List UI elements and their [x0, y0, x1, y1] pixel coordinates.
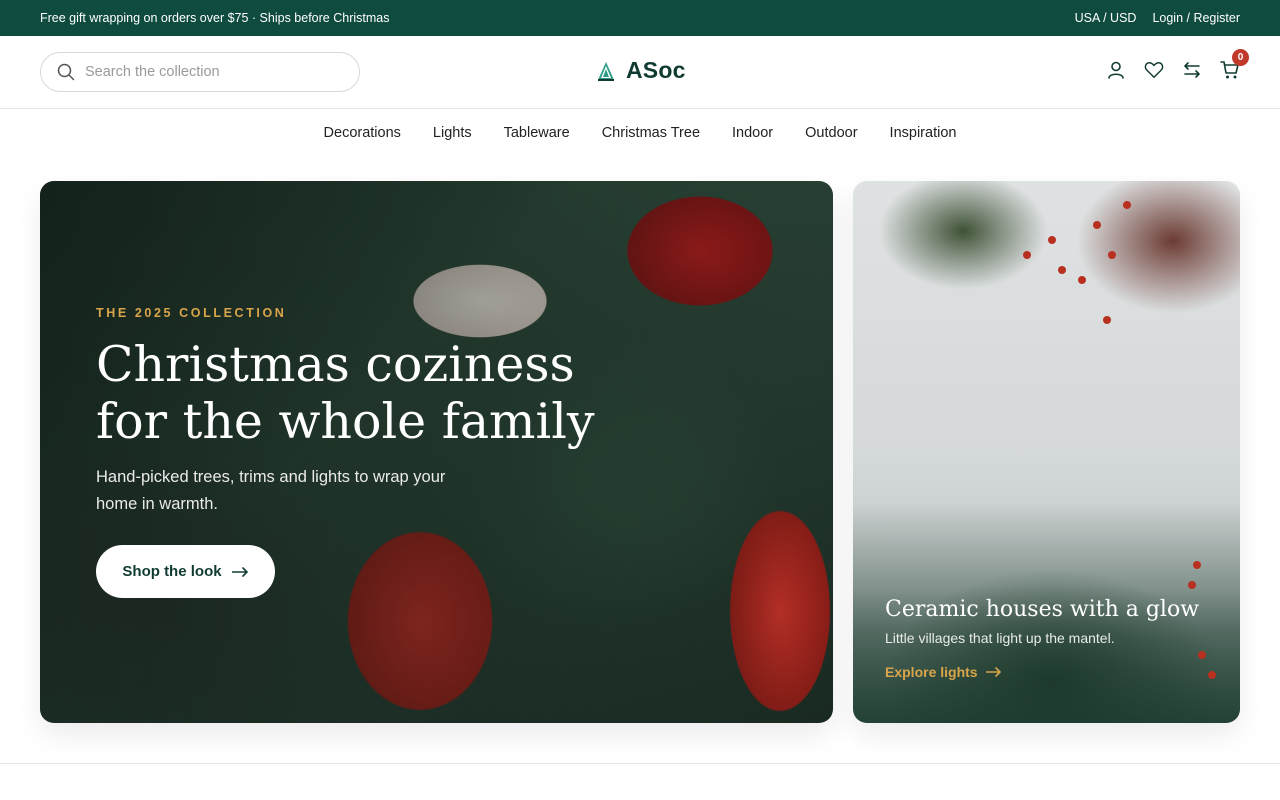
promo-card-subtitle: Little villages that light up the mantel… — [885, 630, 1115, 646]
nav-item-indoor[interactable]: Indoor — [732, 125, 773, 141]
account-icon[interactable] — [1106, 58, 1126, 82]
login-register-link[interactable]: Login / Register — [1152, 11, 1240, 25]
cart-icon[interactable]: 0 — [1220, 49, 1249, 82]
cart-count-badge: 0 — [1232, 49, 1249, 66]
search-icon — [57, 63, 75, 81]
topbar-links: USA / USD Login / Register — [1075, 11, 1240, 25]
hero-headline: Christmas coziness for the whole family — [96, 336, 595, 450]
site-header: ASoc 0 — [0, 36, 1280, 109]
nav-item-inspiration[interactable]: Inspiration — [890, 125, 957, 141]
promo-card-title: Ceramic houses with a glow — [885, 597, 1200, 622]
hero-headline-line-1: Christmas coziness — [96, 336, 575, 393]
header-actions: 0 — [1106, 49, 1249, 82]
nav-item-christmas-tree[interactable]: Christmas Tree — [602, 125, 700, 141]
arrow-right-icon — [985, 667, 1001, 677]
tree-logo-icon — [598, 61, 614, 81]
nav-item-outdoor[interactable]: Outdoor — [805, 125, 857, 141]
promo-card-content: Ceramic houses with a glow Little villag… — [885, 595, 1215, 682]
hero-content: THE 2025 COLLECTION Christmas coziness f… — [96, 306, 595, 598]
compare-icon[interactable] — [1182, 58, 1202, 82]
brand-logo[interactable]: ASoc — [596, 57, 686, 84]
brand-name: ASoc — [626, 57, 686, 83]
hero-subtitle: Hand-picked trees, trims and lights to w… — [96, 468, 446, 513]
main-nav: Decorations Lights Tableware Christmas T… — [0, 109, 1280, 157]
hero-eyebrow: THE 2025 COLLECTION — [96, 306, 287, 320]
shop-the-look-label: Shop the look — [122, 563, 222, 580]
wishlist-icon[interactable] — [1144, 58, 1164, 82]
nav-item-lights[interactable]: Lights — [433, 125, 472, 141]
nav-item-tableware[interactable]: Tableware — [504, 125, 570, 141]
promo-card-lights[interactable]: Ceramic houses with a glow Little villag… — [853, 181, 1240, 723]
hero-banner: THE 2025 COLLECTION Christmas coziness f… — [40, 181, 833, 723]
section-divider — [0, 763, 1280, 764]
explore-lights-label: Explore lights — [885, 664, 978, 680]
announcement-bar: Free gift wrapping on orders over $75 · … — [0, 0, 1280, 36]
promo-text: Free gift wrapping on orders over $75 · … — [40, 11, 390, 25]
hero-headline-line-2: for the whole family — [96, 393, 595, 450]
explore-lights-link[interactable]: Explore lights — [885, 664, 1002, 680]
currency-selector[interactable]: USA / USD — [1075, 11, 1137, 25]
shop-the-look-button[interactable]: Shop the look — [96, 545, 275, 598]
search-input[interactable] — [85, 64, 335, 80]
search-bar[interactable] — [40, 52, 360, 92]
nav-item-decorations[interactable]: Decorations — [324, 125, 401, 141]
arrow-right-icon — [231, 566, 248, 577]
